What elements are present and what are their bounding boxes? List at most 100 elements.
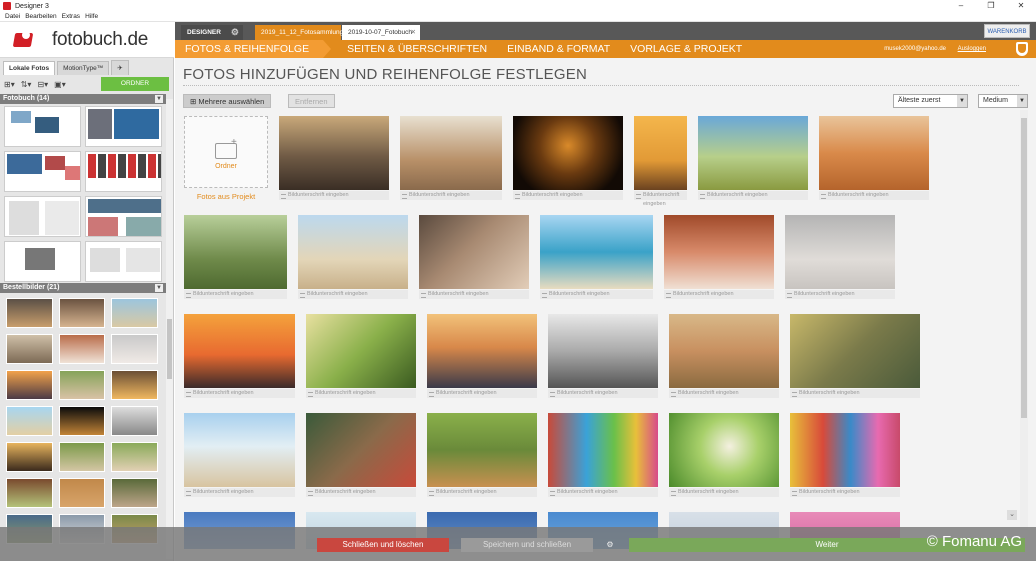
restore-button[interactable]: ❐ xyxy=(976,0,1006,12)
caption-input[interactable]: Bildunterschrift eingeben xyxy=(698,191,808,200)
tab-motiontype[interactable]: MotionType™ xyxy=(57,61,110,75)
photo[interactable] xyxy=(184,314,295,388)
photo-tile[interactable]: Bildunterschrift eingeben xyxy=(298,215,408,299)
photo[interactable] xyxy=(184,215,287,289)
order-thumb[interactable] xyxy=(111,370,158,400)
photo-tile[interactable]: Bildunterschrift eingeben xyxy=(548,413,658,497)
caption-input[interactable]: Bildunterschrift eingeben xyxy=(513,191,623,200)
photo-tile[interactable]: Bildunterschrift eingeben xyxy=(184,215,287,299)
photo-tile[interactable]: Bildunterschrift eingeben xyxy=(669,314,779,398)
photo[interactable] xyxy=(540,215,653,289)
photo[interactable] xyxy=(819,116,929,190)
caption-input[interactable]: Bildunterschrift eingeben xyxy=(184,488,295,497)
photo-tile[interactable]: Bildunterschrift eingeben xyxy=(513,116,623,200)
view-grid-icon[interactable]: ⊞▾ xyxy=(4,80,15,89)
order-thumb[interactable] xyxy=(58,406,106,436)
photo-tile[interactable]: Bildunterschrift eingeben xyxy=(669,413,779,497)
tab-lokale-fotos[interactable]: Lokale Fotos xyxy=(3,61,56,75)
minimize-button[interactable]: – xyxy=(946,0,976,12)
order-thumb[interactable] xyxy=(58,334,106,364)
photo-tile[interactable]: Bildunterschrift eingeben xyxy=(819,116,929,200)
photo-tile[interactable]: Bildunterschrift eingeben xyxy=(634,116,687,207)
photo[interactable] xyxy=(306,314,416,388)
photo[interactable] xyxy=(427,413,537,487)
photo-tile[interactable]: Bildunterschrift eingeben xyxy=(427,413,537,497)
photo[interactable] xyxy=(513,116,623,190)
caption-input[interactable]: Bildunterschrift eingeben xyxy=(306,488,416,497)
menu-hilfe[interactable]: Hilfe xyxy=(85,13,98,20)
photo-tile[interactable]: Bildunterschrift eingeben xyxy=(790,413,900,497)
photo-tile[interactable]: Bildunterschrift eingeben xyxy=(540,215,653,299)
caption-input[interactable]: Bildunterschrift eingeben xyxy=(664,290,774,299)
page-thumb[interactable] xyxy=(4,106,81,147)
photo[interactable] xyxy=(306,413,416,487)
photo[interactable] xyxy=(400,116,502,190)
left-scrollbar[interactable] xyxy=(166,99,173,559)
photo-tile[interactable]: Bildunterschrift eingeben xyxy=(664,215,774,299)
section-bestell-header[interactable]: Bestellbilder (21) ▼ xyxy=(0,283,166,293)
menu-datei[interactable]: Datei xyxy=(5,13,20,20)
photo-tile[interactable]: Bildunterschrift eingeben xyxy=(400,116,502,200)
page-thumb[interactable] xyxy=(85,106,162,147)
menu-extras[interactable]: Extras xyxy=(62,13,80,20)
settings-gear-icon[interactable]: ⚙ xyxy=(603,538,617,552)
filter-icon[interactable]: ▣▾ xyxy=(54,80,66,89)
photo[interactable] xyxy=(790,314,920,388)
caption-input[interactable]: Bildunterschrift eingeben xyxy=(634,191,687,207)
order-thumb[interactable] xyxy=(6,370,53,400)
photo[interactable] xyxy=(785,215,895,289)
photo[interactable] xyxy=(669,413,779,487)
photo-tile[interactable]: Bildunterschrift eingeben xyxy=(790,314,920,398)
order-thumb[interactable] xyxy=(111,334,158,364)
page-thumb[interactable] xyxy=(4,241,81,282)
page-thumb[interactable] xyxy=(85,151,162,192)
save-and-close-button[interactable]: Speichern und schließen xyxy=(461,538,593,552)
photo[interactable] xyxy=(427,314,537,388)
order-thumb[interactable] xyxy=(6,478,53,508)
photo-tile[interactable]: Bildunterschrift eingeben xyxy=(279,116,389,200)
caption-input[interactable]: Bildunterschrift eingeben xyxy=(298,290,408,299)
photo[interactable] xyxy=(548,413,658,487)
photo-tile[interactable]: Bildunterschrift eingeben xyxy=(184,314,295,398)
order-thumb[interactable] xyxy=(58,370,106,400)
caption-input[interactable]: Bildunterschrift eingeben xyxy=(184,389,295,398)
photo[interactable] xyxy=(634,116,687,190)
photo-grid-scrollbar[interactable] xyxy=(1020,110,1028,530)
section-fotobuch-header[interactable]: Fotobuch (14) ▼ xyxy=(0,94,166,104)
page-thumb[interactable] xyxy=(4,151,81,192)
close-button[interactable]: ✕ xyxy=(1006,0,1036,12)
photo-tile[interactable]: Bildunterschrift eingeben xyxy=(427,314,537,398)
layout-icon[interactable]: ⊟▾ xyxy=(37,80,48,89)
order-thumb[interactable] xyxy=(6,334,53,364)
caption-input[interactable]: Bildunterschrift eingeben xyxy=(548,488,658,497)
page-thumb[interactable] xyxy=(4,196,81,237)
photo-tile[interactable]: Bildunterschrift eingeben xyxy=(419,215,529,299)
photo[interactable] xyxy=(184,413,295,487)
photo-tile[interactable]: Bildunterschrift eingeben xyxy=(548,314,658,398)
caption-input[interactable]: Bildunterschrift eingeben xyxy=(306,389,416,398)
caption-input[interactable]: Bildunterschrift eingeben xyxy=(427,488,537,497)
photo-tile[interactable]: Bildunterschrift eingeben xyxy=(184,413,295,497)
caption-input[interactable]: Bildunterschrift eingeben xyxy=(427,389,537,398)
photo[interactable] xyxy=(664,215,774,289)
close-and-delete-button[interactable]: Schließen und löschen xyxy=(317,538,449,552)
order-thumb[interactable] xyxy=(58,442,106,472)
photo[interactable] xyxy=(419,215,529,289)
collapse-icon[interactable]: ▼ xyxy=(155,95,163,103)
menu-bearbeiten[interactable]: Bearbeiten xyxy=(25,13,56,20)
caption-input[interactable]: Bildunterschrift eingeben xyxy=(819,191,929,200)
caption-input[interactable]: Bildunterschrift eingeben xyxy=(540,290,653,299)
page-thumb[interactable] xyxy=(85,196,162,237)
photo[interactable] xyxy=(669,314,779,388)
photo[interactable] xyxy=(548,314,658,388)
order-thumb[interactable] xyxy=(111,406,158,436)
photo-tile[interactable]: Bildunterschrift eingeben xyxy=(306,314,416,398)
order-manager-button[interactable]: ORDNER MANAGER xyxy=(101,77,169,101)
caption-input[interactable]: Bildunterschrift eingeben xyxy=(400,191,502,200)
order-thumb[interactable] xyxy=(111,298,158,328)
page-thumb[interactable] xyxy=(85,241,162,282)
order-thumb[interactable] xyxy=(111,478,158,508)
caption-input[interactable]: Bildunterschrift eingeben xyxy=(279,191,389,200)
caption-input[interactable]: Bildunterschrift eingeben xyxy=(548,389,658,398)
photo-tile[interactable]: Bildunterschrift eingeben xyxy=(306,413,416,497)
